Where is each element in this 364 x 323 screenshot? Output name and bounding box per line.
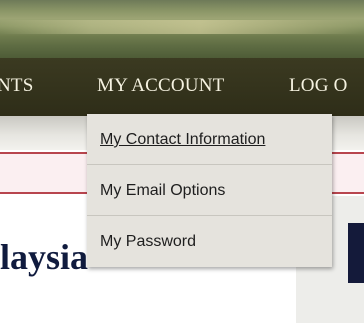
menu-item-my-email-options[interactable]: My Email Options <box>87 165 332 216</box>
banner-highlight <box>0 20 364 34</box>
menu-item-label: My Email Options <box>100 182 226 199</box>
menu-item-my-contact-information[interactable]: My Contact Information <box>87 114 332 165</box>
page-title: laysia <box>0 237 89 277</box>
menu-item-label: My Password <box>100 233 197 250</box>
menu-item-label: My Contact Information <box>100 131 266 148</box>
nav-item-log-out[interactable]: LOG O <box>289 75 348 97</box>
sidebar-dark-panel <box>348 223 364 283</box>
my-account-dropdown-menu: My Contact Information My Email Options … <box>87 114 332 267</box>
nav-item-events[interactable]: NTS <box>0 75 34 97</box>
header-banner-image <box>0 0 364 58</box>
nav-item-my-account[interactable]: MY ACCOUNT <box>97 75 224 97</box>
main-nav-bar: NTS MY ACCOUNT LOG O <box>0 58 364 116</box>
menu-item-my-password[interactable]: My Password <box>87 216 332 267</box>
